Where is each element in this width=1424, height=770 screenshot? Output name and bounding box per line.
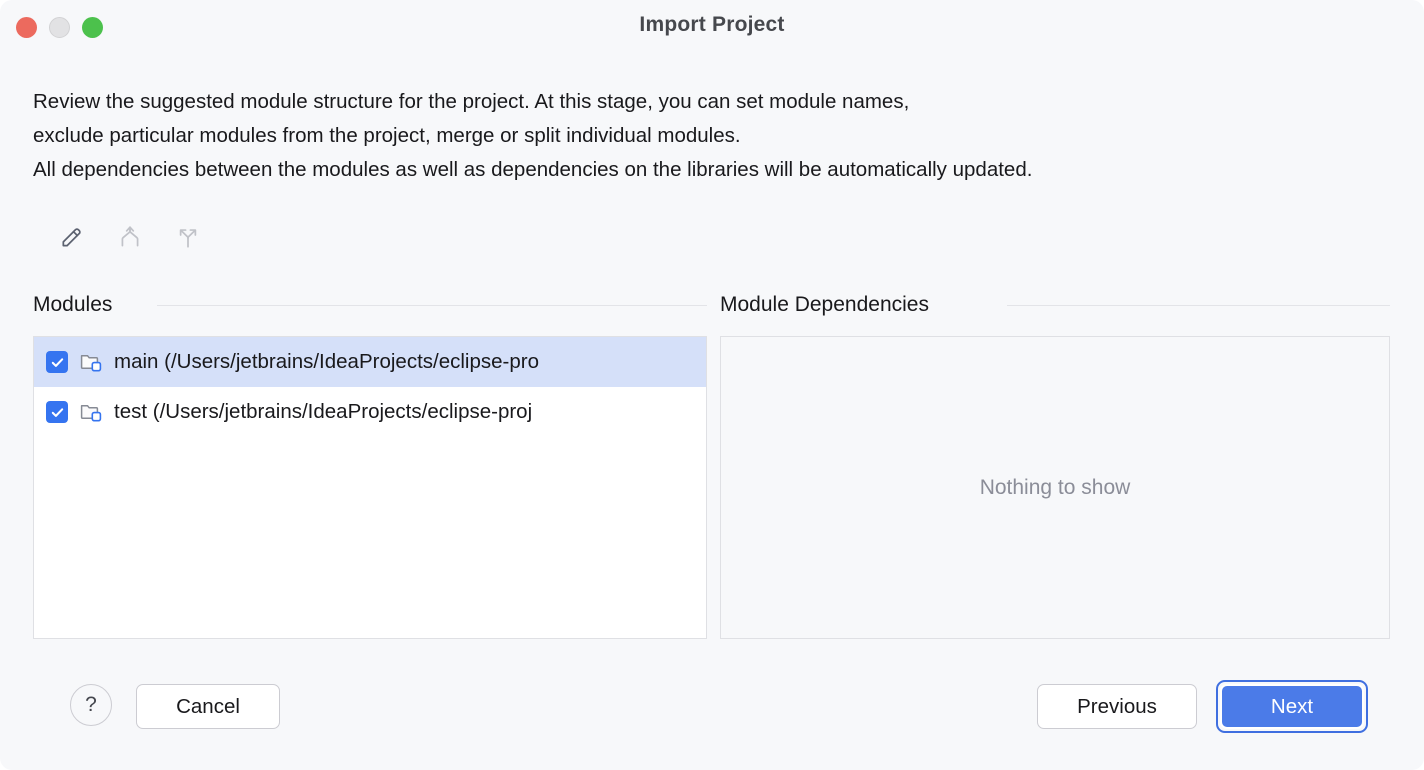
previous-button[interactable]: Previous <box>1037 684 1197 729</box>
table-row[interactable]: test (/Users/jetbrains/IdeaProjects/ecli… <box>34 387 706 437</box>
dialog-title: Import Project <box>0 13 1424 37</box>
module-label: test (/Users/jetbrains/IdeaProjects/ecli… <box>114 400 532 424</box>
module-dependencies-panel[interactable]: Nothing to show <box>720 336 1390 639</box>
split-module-button[interactable] <box>172 222 204 254</box>
table-row[interactable]: main (/Users/jetbrains/IdeaProjects/ecli… <box>34 337 706 387</box>
merge-modules-button[interactable] <box>114 222 146 254</box>
next-button[interactable]: Next <box>1220 684 1364 729</box>
module-checkbox[interactable] <box>46 351 68 373</box>
help-button[interactable]: ? <box>70 684 112 726</box>
dialog-description: Review the suggested module structure fo… <box>33 85 1403 187</box>
dependencies-section-label: Module Dependencies <box>720 293 929 317</box>
merge-arrow-icon <box>117 224 143 253</box>
module-toolbar <box>56 222 204 254</box>
title-bar: Import Project <box>0 0 1424 56</box>
next-button-focus-ring: Next <box>1216 680 1368 733</box>
modules-section-divider <box>157 305 707 306</box>
modules-list-panel[interactable]: main (/Users/jetbrains/IdeaProjects/ecli… <box>33 336 707 639</box>
import-project-dialog: Import Project Review the suggested modu… <box>0 0 1424 770</box>
cancel-button[interactable]: Cancel <box>136 684 280 729</box>
module-label: main (/Users/jetbrains/IdeaProjects/ecli… <box>114 350 539 374</box>
edit-module-button[interactable] <box>56 222 88 254</box>
pencil-icon <box>59 224 85 253</box>
module-folder-icon <box>79 400 103 424</box>
empty-state-text: Nothing to show <box>980 476 1131 500</box>
module-folder-icon <box>79 350 103 374</box>
split-arrow-icon <box>175 224 201 253</box>
question-mark-icon: ? <box>85 693 97 717</box>
modules-section-label: Modules <box>33 293 112 317</box>
module-checkbox[interactable] <box>46 401 68 423</box>
dependencies-section-divider <box>1007 305 1390 306</box>
